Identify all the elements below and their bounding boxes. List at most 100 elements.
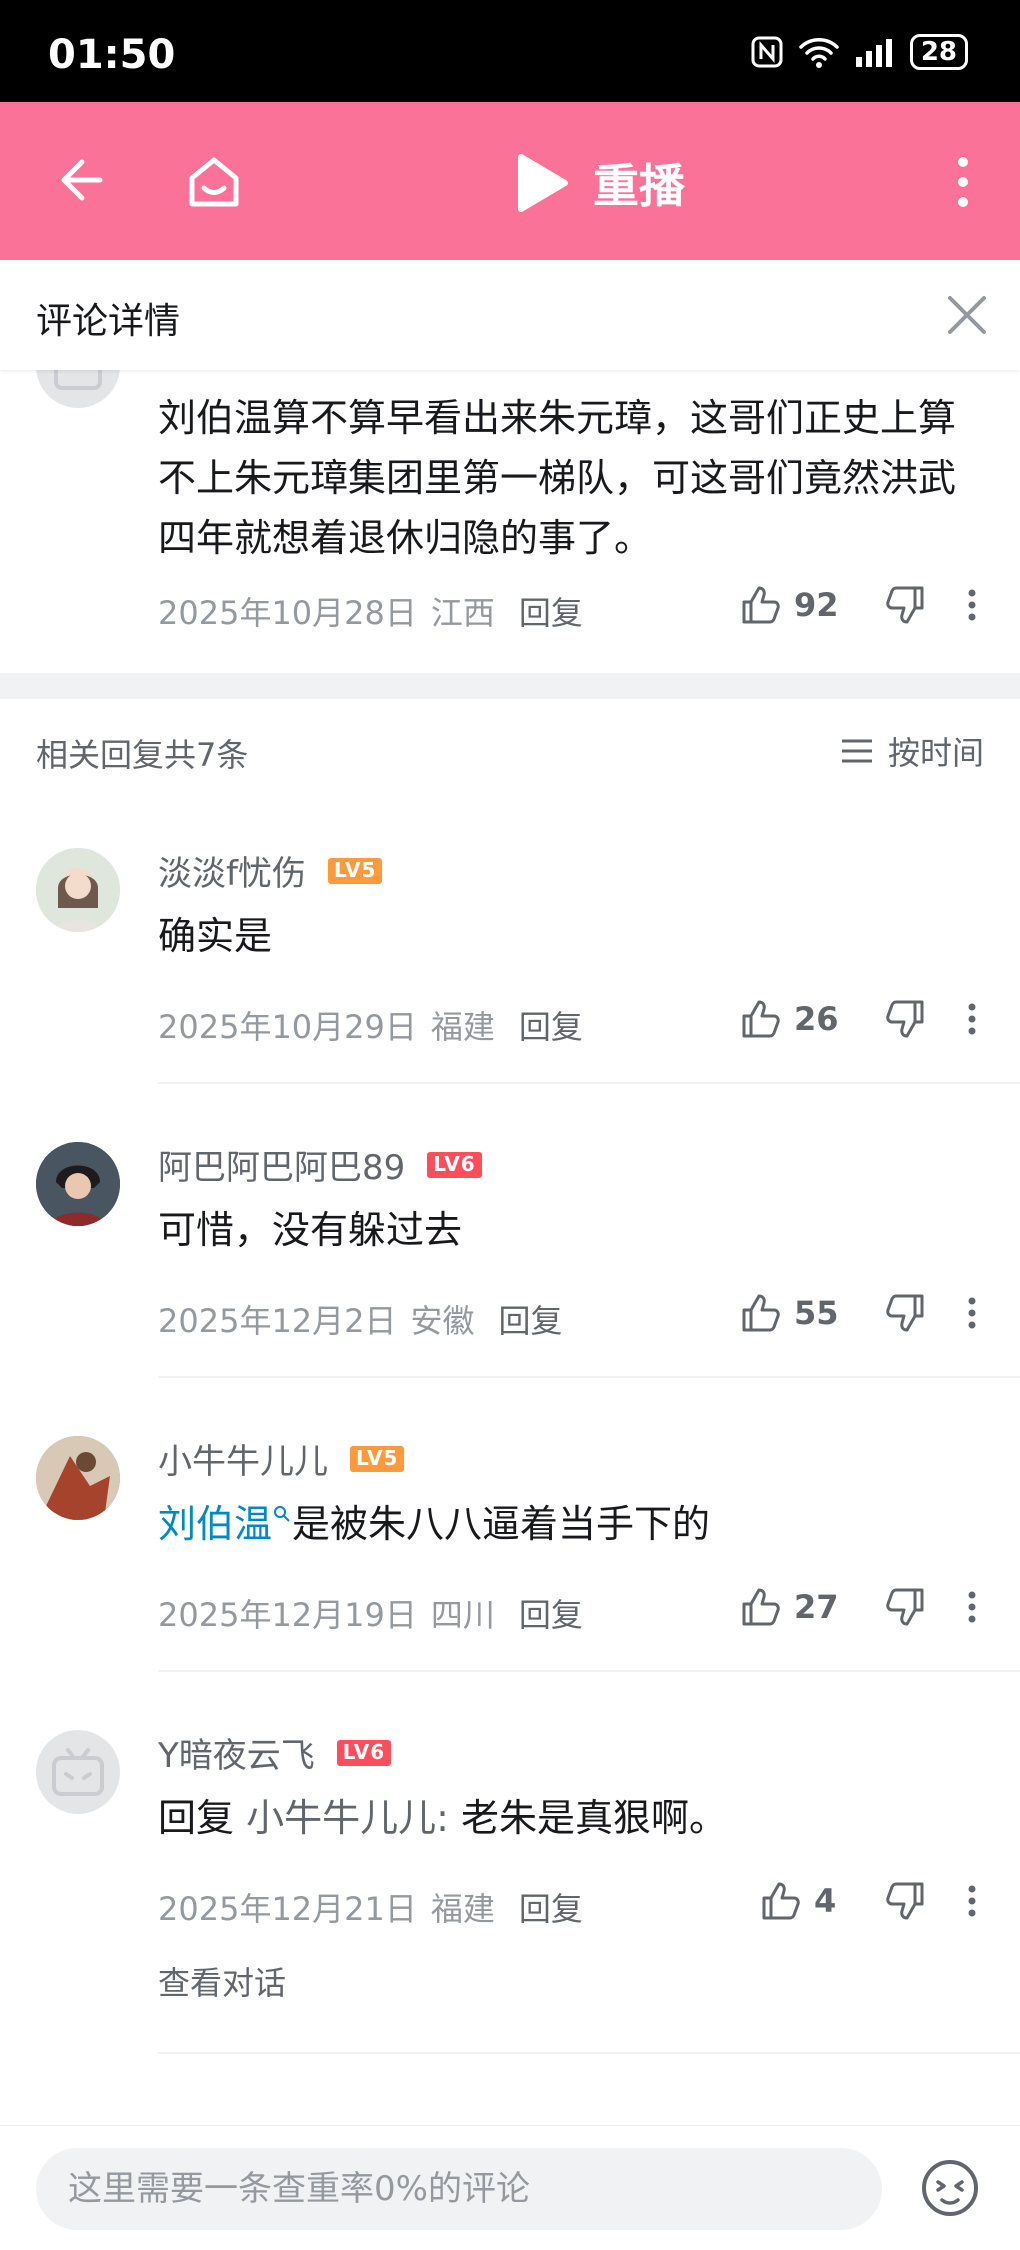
comment-date: 2025年12月21日 [158,1890,417,1928]
avatar[interactable] [36,370,120,408]
sort-label: 按时间 [887,734,984,772]
emoji-icon[interactable] [918,2156,982,2220]
like-count: 55 [794,1294,839,1332]
like-icon[interactable] [760,1880,802,1922]
reply-author[interactable]: Y暗夜云飞 LV6 [158,1728,392,1777]
play-icon [518,154,568,212]
comment-location: 江西 [430,594,495,632]
comment-feed[interactable]: 刘伯温算不算早看出来朱元璋，这哥们正史上算不上朱元璋集团里第一梯队，可这哥们竟然… [0,370,1020,2125]
more-icon[interactable] [966,1001,978,1037]
home-icon[interactable] [184,152,244,212]
default-avatar-icon [54,370,102,390]
comment-date: 2025年12月2日 [158,1302,397,1340]
comment-date: 2025年12月19日 [158,1596,417,1634]
reply-meta: 2025年10月29日 福建 回复 [158,1002,583,1048]
reply-text: 回复 小牛牛儿儿: 老朱是真狠啊。 [158,1796,728,1840]
level-badge: LV5 [327,857,383,884]
reply-button[interactable]: 回复 [519,588,583,634]
default-avatar-icon [52,1748,104,1796]
like-icon[interactable] [740,998,782,1040]
reply-text: 确实是 [158,914,273,958]
dislike-icon[interactable] [884,998,926,1040]
reply-actions: 4 [760,1880,978,1922]
level-badge: LV5 [350,1445,405,1472]
like-icon[interactable] [740,1586,782,1628]
like-count: 26 [794,1000,839,1038]
sort-button[interactable]: 按时间 [840,728,984,774]
more-icon[interactable] [966,1589,978,1625]
level-badge: LV6 [336,1739,392,1766]
comment-input[interactable]: 这里需要一条查重率0%的评论 [36,2148,882,2230]
artwork-avatar-icon [36,1436,120,1520]
anime-avatar-icon [36,1142,120,1226]
mention-link[interactable]: 小牛牛儿儿: [246,1796,449,1840]
dislike-icon[interactable] [884,1586,926,1628]
avatar[interactable] [36,1436,120,1520]
status-icons: 28 [750,34,968,70]
like-icon[interactable] [740,1292,782,1334]
comment-date: 2025年10月29日 [158,1008,417,1046]
view-conversation-link[interactable]: 查看对话 [158,1958,286,2004]
comment-date: 2025年10月28日 [158,594,417,632]
like-icon[interactable] [740,584,782,626]
back-arrow-icon[interactable] [52,152,108,208]
reply-button[interactable]: 回复 [519,1884,583,1930]
status-bar: 01:50 28 [0,0,1020,102]
like-count: 27 [794,1588,839,1626]
battery-indicator: 28 [909,34,968,70]
like-count: 92 [794,586,839,624]
reply-actions: 26 [740,998,978,1040]
comment-detail-header: 评论详情 [0,260,1020,370]
more-icon[interactable] [966,587,978,623]
main-comment-text: 刘伯温算不算早看出来朱元璋，这哥们正史上算不上朱元璋集团里第一梯队，可这哥们竟然… [158,396,957,560]
top-bar: 重播 [0,102,1020,260]
avatar[interactable] [36,848,120,932]
sort-list-icon [841,739,872,763]
reply-meta: 2025年12月21日 福建 回复 [158,1884,583,1930]
dislike-icon[interactable] [884,1880,926,1922]
reply-author[interactable]: 小牛牛儿儿 LV5 [158,1434,405,1483]
reply-actions: 27 [740,1586,978,1628]
level-badge: LV6 [427,1151,482,1178]
divider [158,1670,1020,1672]
page-title: 评论详情 [36,301,181,342]
girl-avatar-icon [36,848,120,932]
divider [158,1376,1020,1378]
wifi-icon [799,38,839,68]
comment-location: 安徽 [410,1302,475,1340]
reply-button[interactable]: 回复 [519,1002,583,1048]
nfc-icon [751,36,783,68]
comment-location: 四川 [430,1596,495,1634]
reply-author[interactable]: 淡淡f忧伤 LV5 [158,846,383,895]
main-comment-actions: 92 [740,584,978,626]
dislike-icon[interactable] [884,1292,926,1334]
dislike-icon[interactable] [884,584,926,626]
reply-count: 相关回复共7条 [36,736,249,774]
comment-location: 福建 [430,1890,495,1928]
reply-author[interactable]: 阿巴阿巴阿巴89 LV6 [158,1140,482,1189]
comment-input-bar: 这里需要一条查重率0%的评论 [0,2125,1020,2250]
reply-button[interactable]: 回复 [499,1296,563,1342]
signal-icon [855,39,892,67]
more-icon[interactable] [966,1883,978,1919]
search-icon[interactable] [272,1502,292,1526]
reply-actions: 55 [740,1292,978,1334]
reply-button[interactable]: 回复 [519,1590,583,1636]
search-link[interactable]: 刘伯温 [158,1502,272,1546]
comment-location: 福建 [430,1008,495,1046]
avatar[interactable] [36,1142,120,1226]
more-icon[interactable] [966,1295,978,1331]
close-icon[interactable] [944,292,990,338]
divider [158,1082,1020,1084]
status-time: 01:50 [48,32,176,78]
section-gap [0,673,1020,699]
more-vertical-icon[interactable] [948,152,978,212]
divider [158,2052,1020,2054]
reply-meta: 2025年12月19日 四川 回复 [158,1590,583,1636]
reply-text: 刘伯温 是被朱八八逼着当手下的 [158,1502,711,1546]
reply-meta: 2025年12月2日 安徽 回复 [158,1296,563,1342]
reply-text: 可惜，没有躲过去 [158,1208,463,1252]
main-comment-meta: 2025年10月28日 江西 回复 [158,588,583,634]
avatar[interactable] [36,1730,120,1814]
replay-button[interactable]: 重播 [515,150,685,216]
